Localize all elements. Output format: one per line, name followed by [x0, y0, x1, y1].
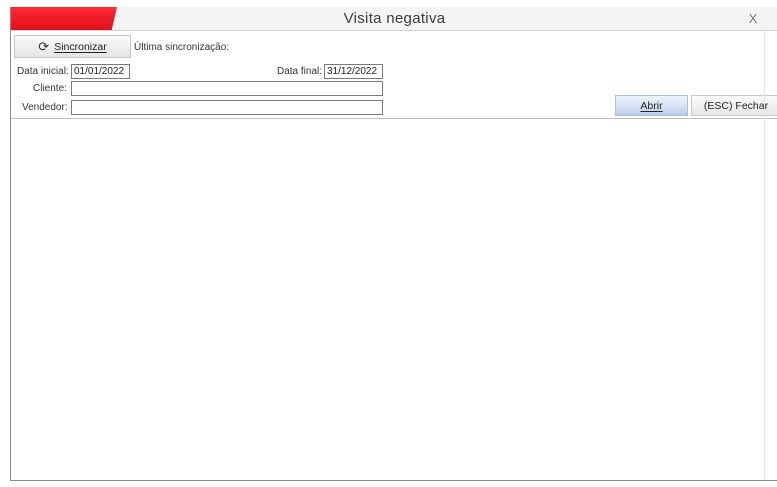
seller-label: Vendedor: — [22, 102, 68, 113]
end-date-label: Data final: — [277, 66, 323, 77]
last-sync-label: Última sincronização: — [134, 42, 230, 53]
panel-right-edge — [764, 30, 765, 480]
sync-button-label: Sincronizar — [54, 40, 107, 53]
client-label: Cliente: — [33, 83, 67, 94]
client-field[interactable] — [71, 81, 383, 96]
refresh-icon: ⟳ — [38, 38, 50, 54]
title-bar: Visita negativa X — [11, 7, 777, 31]
start-date-field[interactable]: 01/01/2022 — [71, 64, 130, 79]
start-date-label: Data inicial: — [17, 66, 69, 77]
results-area — [11, 118, 777, 480]
end-date-field[interactable]: 31/12/2022 — [324, 64, 383, 79]
open-button[interactable]: Abrir — [615, 95, 688, 116]
visita-negativa-window: Visita negativa X ⟳ Sincronizar Última s… — [10, 7, 777, 481]
seller-field[interactable] — [71, 100, 383, 115]
window-title: Visita negativa — [343, 10, 446, 27]
sync-button[interactable]: ⟳ Sincronizar — [14, 35, 131, 58]
close-button-label: (ESC) Fechar — [703, 99, 769, 112]
close-window-icon[interactable]: X — [746, 10, 760, 27]
open-button-label: Abrir — [640, 99, 663, 112]
